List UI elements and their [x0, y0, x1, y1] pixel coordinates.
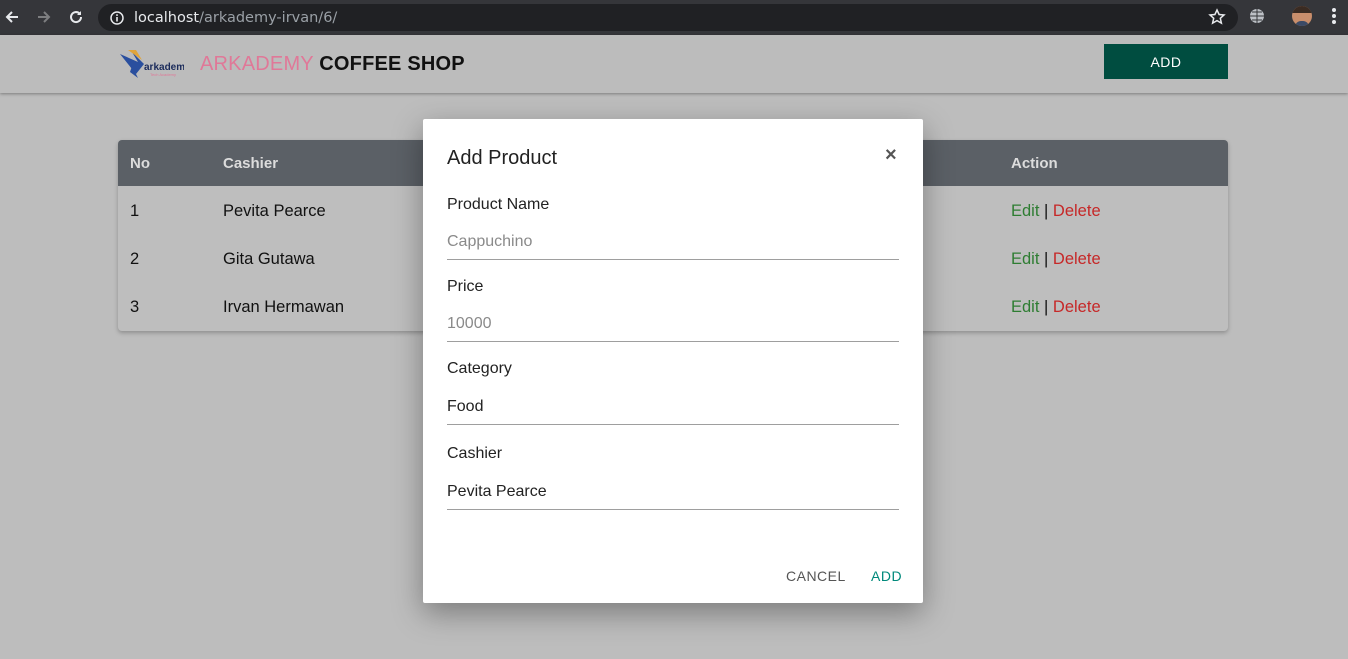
bookmark-star-icon[interactable] — [1208, 8, 1226, 31]
row-cashier: Pevita Pearce — [223, 202, 326, 220]
product-name-label: Product Name — [447, 196, 550, 213]
product-name-field: Product Name — [447, 196, 899, 260]
navbar-add-button[interactable]: ADD — [1104, 44, 1228, 79]
cancel-button[interactable]: CANCEL — [786, 568, 846, 584]
globe-extension-icon[interactable] — [1248, 7, 1266, 30]
cashier-label: Cashier — [447, 445, 503, 462]
forward-arrow-icon[interactable] — [32, 5, 56, 29]
cashier-field: Cashier — [447, 445, 899, 510]
address-bar[interactable]: localhost/arkademy-irvan/6/ — [98, 4, 1238, 31]
url-host: localhost — [134, 9, 200, 26]
category-select[interactable] — [447, 398, 899, 425]
brand-title-pink: ARKADEMY — [200, 52, 314, 75]
product-name-input[interactable] — [447, 233, 899, 260]
info-icon[interactable] — [110, 10, 124, 25]
edit-link[interactable]: Edit — [1011, 202, 1039, 220]
svg-text:Tech Academy: Tech Academy — [150, 72, 176, 77]
header-action: Action — [1011, 155, 1058, 172]
arkademy-logo: arkademy Tech Academy — [118, 48, 191, 80]
row-actions: Edit | Delete — [1011, 202, 1101, 221]
row-no: 2 — [130, 250, 140, 268]
edit-link[interactable]: Edit — [1011, 298, 1039, 316]
brand[interactable]: arkademy Tech Academy ARKADEMY COFFEE SH… — [118, 48, 465, 80]
modal-add-button[interactable]: ADD — [871, 568, 902, 584]
row-actions: Edit | Delete — [1011, 250, 1101, 269]
price-field: Price — [447, 278, 899, 342]
delete-link[interactable]: Delete — [1053, 298, 1101, 316]
modal-title: Add Product — [447, 147, 558, 169]
url-path: /arkademy-irvan/6/ — [199, 9, 338, 26]
brand-title-dark: COFFEE SHOP — [319, 52, 465, 75]
url-text: localhost/arkademy-irvan/6/ — [134, 10, 337, 26]
price-label: Price — [447, 278, 484, 295]
close-icon[interactable]: × — [885, 144, 897, 167]
back-arrow-icon[interactable] — [0, 5, 24, 29]
action-separator: | — [1044, 202, 1049, 220]
row-cashier: Gita Gutawa — [223, 250, 315, 268]
reload-icon[interactable] — [64, 5, 88, 29]
profile-avatar[interactable] — [1292, 6, 1312, 26]
action-separator: | — [1044, 298, 1049, 316]
category-label: Category — [447, 360, 512, 377]
price-input[interactable] — [447, 315, 899, 342]
row-no: 3 — [130, 298, 140, 316]
app-navbar: arkademy Tech Academy ARKADEMY COFFEE SH… — [0, 35, 1348, 93]
edit-link[interactable]: Edit — [1011, 250, 1039, 268]
header-no: No — [130, 155, 150, 172]
delete-link[interactable]: Delete — [1053, 202, 1101, 220]
header-cashier: Cashier — [223, 155, 279, 172]
delete-link[interactable]: Delete — [1053, 250, 1101, 268]
add-product-modal: Add Product × Product Name Price Categor… — [423, 119, 923, 603]
row-no: 1 — [130, 202, 140, 220]
browser-menu-icon[interactable] — [1330, 8, 1338, 26]
brand-title: ARKADEMY COFFEE SHOP — [200, 53, 465, 76]
row-actions: Edit | Delete — [1011, 298, 1101, 317]
row-cashier: Irvan Hermawan — [223, 298, 345, 316]
cashier-select[interactable] — [447, 483, 899, 510]
browser-toolbar: localhost/arkademy-irvan/6/ — [0, 0, 1348, 35]
category-field: Category — [447, 360, 899, 425]
action-separator: | — [1044, 250, 1049, 268]
